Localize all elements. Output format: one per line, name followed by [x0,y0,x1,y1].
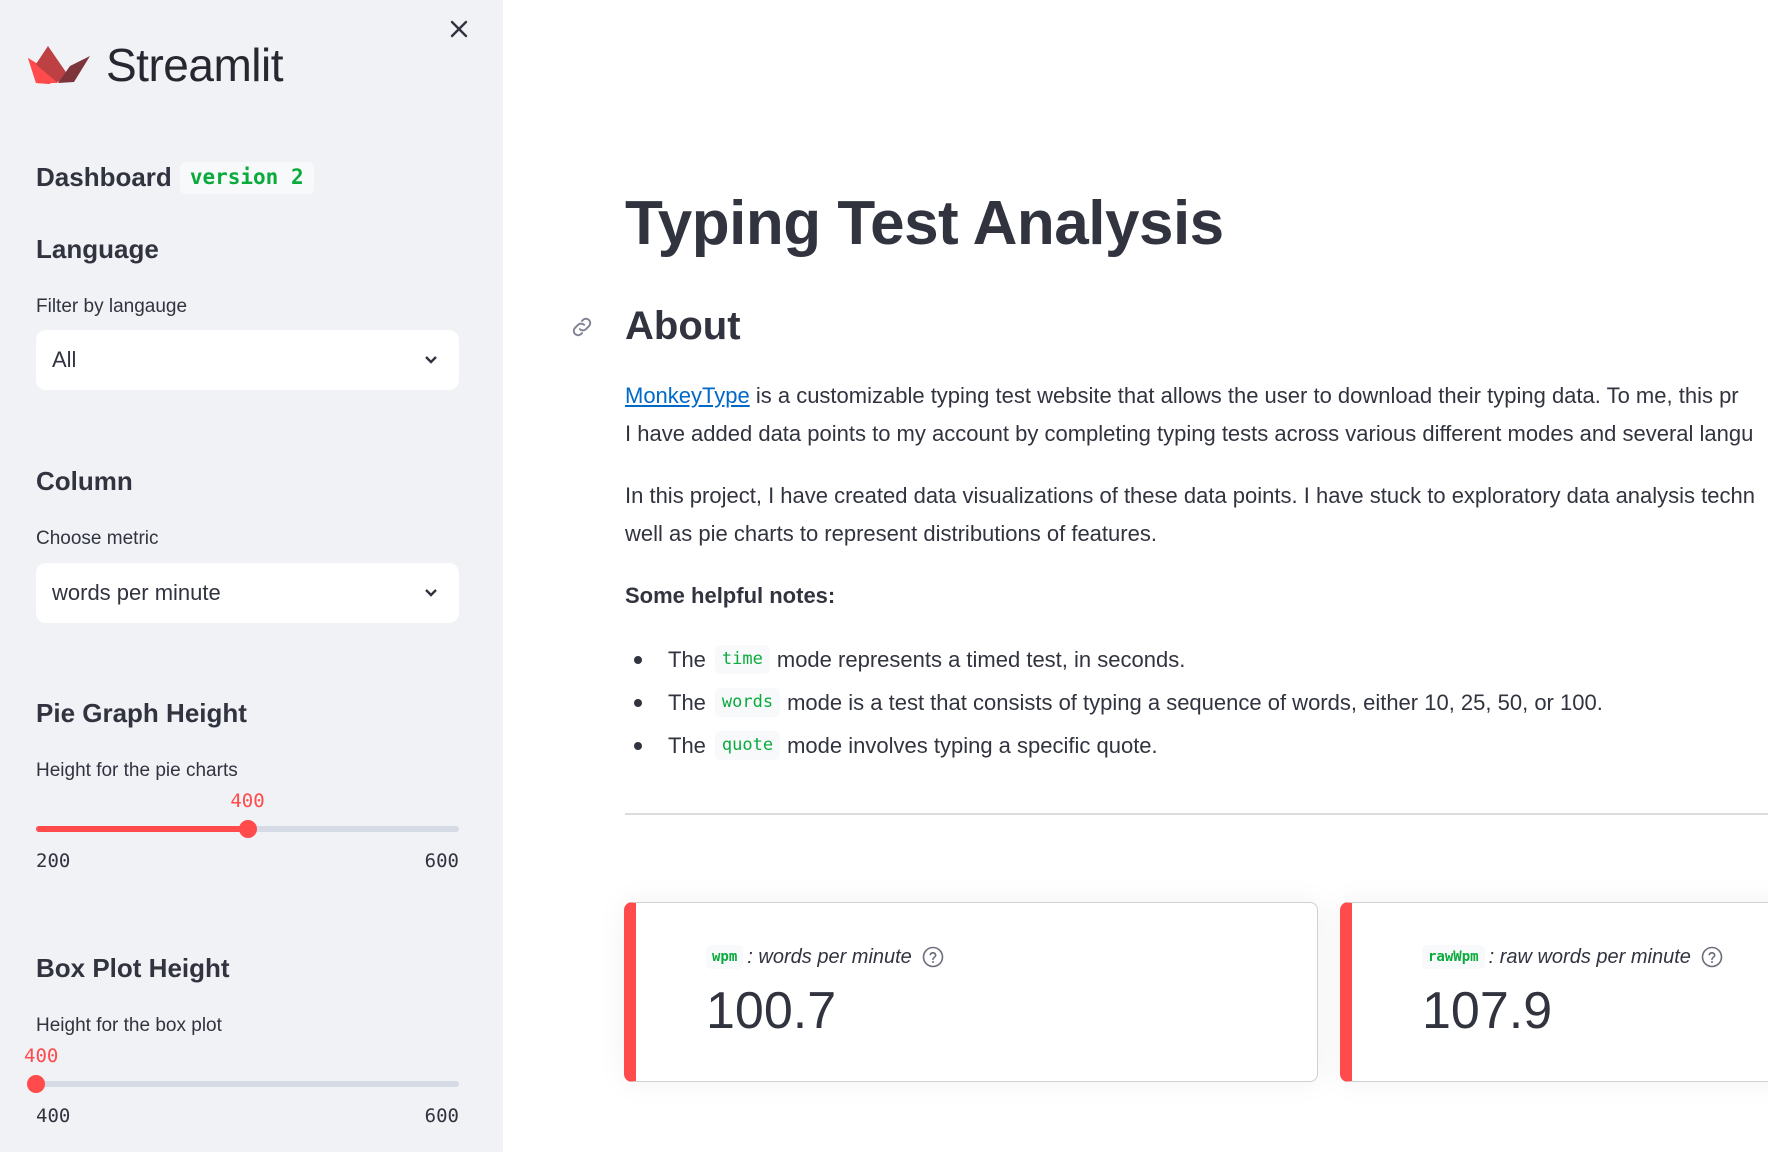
note-item: The time mode represents a timed test, i… [625,645,1185,674]
paragraph-line: well as pie charts to represent distribu… [625,521,1157,546]
notes-heading: Some helpful notes: [625,583,836,608]
pie-height-slider[interactable]: 400 200 600 [36,790,459,872]
box-height-label: Height for the box plot [36,1015,222,1036]
paragraph-line: MonkeyType is a customizable typing test… [625,377,1753,415]
paragraph-line: In this project, I have created data vis… [625,483,1755,508]
metric-select-value: words per minute [52,580,221,605]
about-heading: About [625,304,741,348]
chevron-down-icon [425,589,437,597]
streamlit-crown-icon [28,46,90,84]
slider-value: 400 [230,790,265,812]
slider-thumb[interactable] [27,1075,45,1093]
about-paragraph-2: In this project, I have created data vis… [625,477,1755,553]
language-select-value: All [52,347,77,372]
close-sidebar-button[interactable] [446,16,472,42]
metric-code: wpm [706,945,744,969]
close-icon [450,20,468,38]
note-text: mode is a test that consists of typing a… [787,689,1603,715]
slider-fill [36,826,248,832]
metric-card-wpm: wpm : words per minute 100.7 [624,902,1318,1082]
about-paragraph-1: MonkeyType is a customizable typing test… [625,377,1753,453]
note-prefix: The [668,689,706,715]
column-heading: Column [36,466,133,496]
box-height-heading: Box Plot Height [36,953,230,983]
language-heading: Language [36,234,159,264]
help-icon[interactable] [922,946,944,968]
note-code: time [714,645,770,674]
slider-max: 600 [424,850,459,872]
dashboard-heading: Dashboard version 2 [36,162,314,194]
note-code: words [714,688,781,717]
link-icon [572,317,592,337]
slider-min: 200 [36,850,71,872]
metric-value: 100.7 [706,982,837,1040]
metric-card-rawwpm: rawWpm : raw words per minute 107.9 [1340,902,1768,1082]
metric-code: rawWpm [1422,945,1485,969]
pie-height-label: Height for the pie charts [36,760,238,781]
metric-label: rawWpm : raw words per minute [1422,945,1723,969]
column-label: Choose metric [36,528,159,549]
paragraph-text: is a customizable typing test website th… [749,383,1739,408]
main-content: Typing Test Analysis About MonkeyType is… [503,0,1768,1152]
anchor-link[interactable] [569,314,595,340]
logo-text: Streamlit [106,39,283,91]
sidebar: Streamlit Dashboard version 2 Language Fi… [0,0,503,1152]
metric-label-text: : words per minute [747,945,912,968]
divider [625,813,1768,815]
note-text: mode involves typing a specific quote. [787,732,1158,758]
metric-label-text: : raw words per minute [1488,945,1691,968]
chevron-down-icon [425,356,437,364]
slider-max: 600 [424,1105,459,1127]
slider-track[interactable] [36,1081,459,1087]
slider-value: 400 [24,1045,59,1067]
streamlit-logo: Streamlit [28,42,283,88]
note-item: The words mode is a test that consists o… [625,688,1603,717]
bullet-dot [634,698,642,707]
metric-label: wpm : words per minute [706,945,944,969]
box-height-slider[interactable]: 400 400 600 [24,1045,459,1127]
help-icon[interactable] [1701,946,1723,968]
note-prefix: The [668,646,706,672]
paragraph-line: I have added data points to my account b… [625,421,1754,446]
language-label: Filter by langauge [36,296,188,317]
metric-select[interactable]: words per minute [36,563,459,623]
note-prefix: The [668,732,706,758]
bullet-dot [634,741,642,750]
pie-height-heading: Pie Graph Height [36,698,247,728]
bullet-dot [634,655,642,664]
note-text: mode represents a timed test, in seconds… [776,646,1186,672]
monkeytype-link[interactable]: MonkeyType [625,383,750,408]
page-title: Typing Test Analysis [625,189,1224,258]
note-code: quote [714,731,781,760]
note-item: The quote mode involves typing a specifi… [625,731,1158,760]
slider-min: 400 [36,1105,71,1127]
version-badge: version 2 [179,162,314,194]
metric-value: 107.9 [1422,982,1553,1040]
slider-thumb[interactable] [238,820,257,838]
language-select[interactable]: All [36,330,459,390]
dashboard-heading-text: Dashboard [36,162,172,192]
